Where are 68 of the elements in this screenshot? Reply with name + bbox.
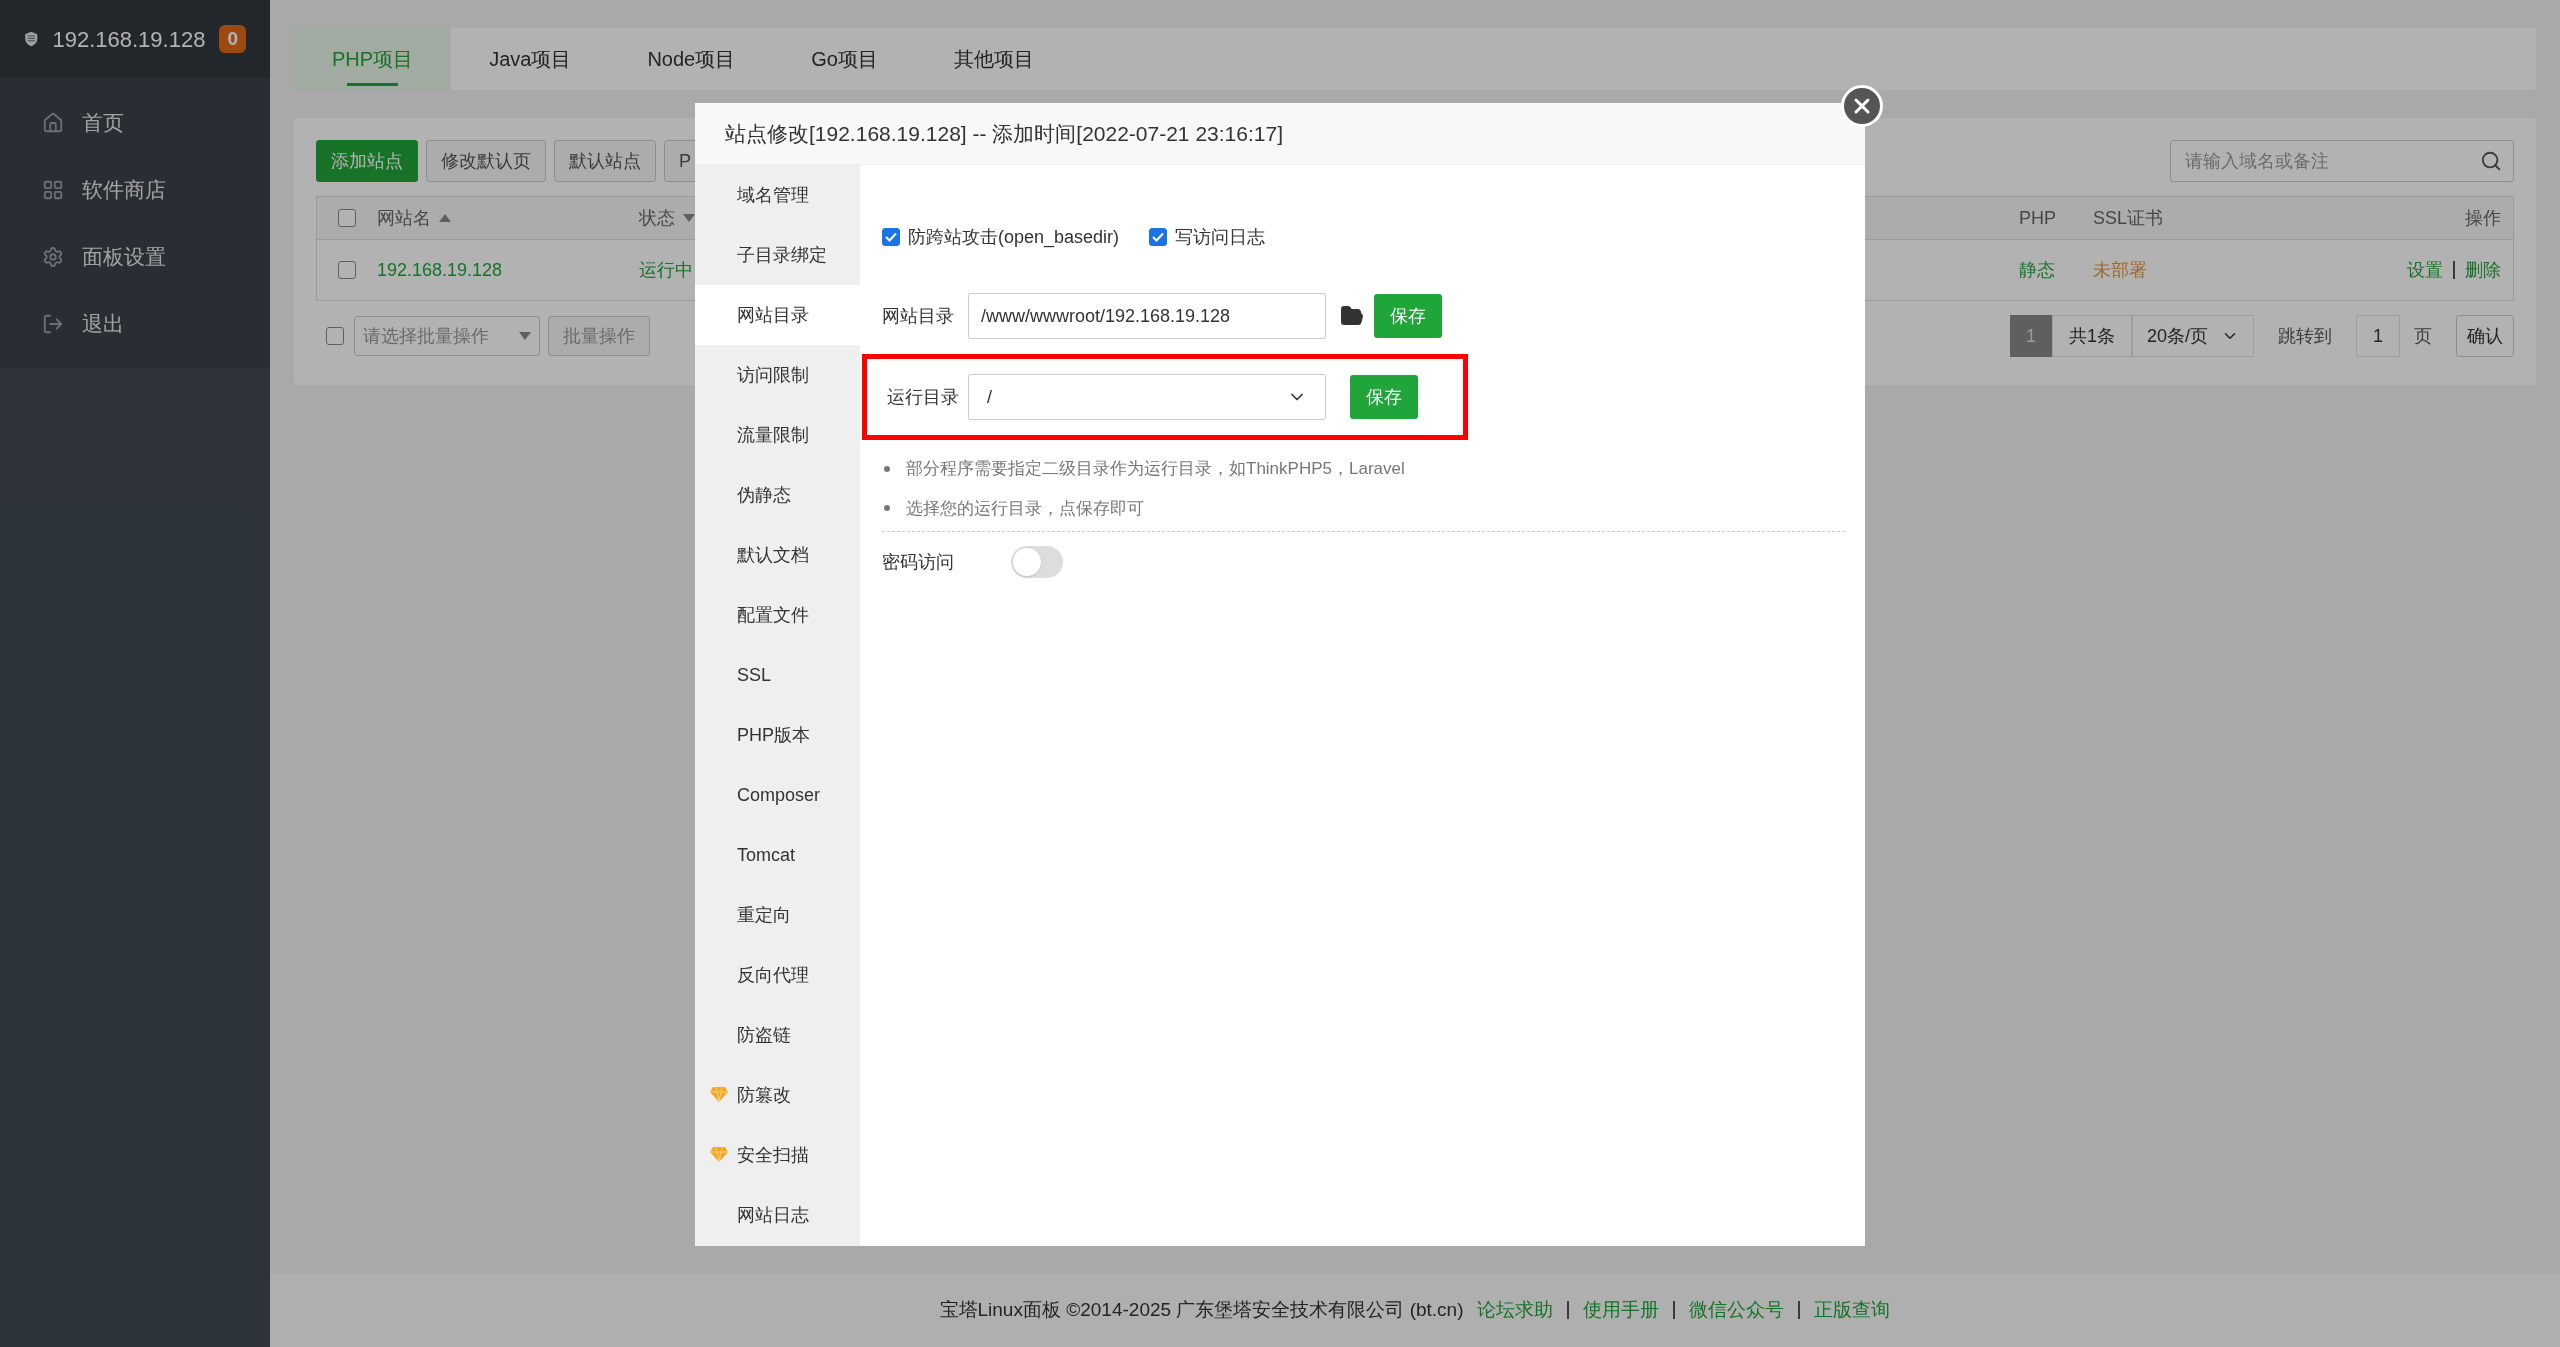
- note-text: 选择您的运行目录，点保存即可: [906, 497, 1144, 520]
- column-header: SSL证书: [2093, 206, 2165, 230]
- dialog-menu-item[interactable]: 网站日志: [695, 1185, 860, 1245]
- page-input[interactable]: 1: [2356, 315, 2400, 357]
- diamond-icon: [709, 1086, 729, 1103]
- dialog-menu-item[interactable]: 流量限制: [695, 405, 860, 465]
- dialog-menu-item[interactable]: 配置文件: [695, 585, 860, 645]
- dropdown-icon: [519, 332, 531, 340]
- dialog-menu-item[interactable]: 反向代理: [695, 945, 860, 1005]
- sidebar-item[interactable]: 退出: [0, 290, 270, 357]
- checkbox[interactable]: [1149, 228, 1168, 246]
- run-dir-select[interactable]: /: [968, 374, 1326, 420]
- sort-down-icon: [683, 214, 695, 222]
- site-dir-field[interactable]: /www/wwwroot/192.168.19.128: [968, 293, 1326, 339]
- column-header: PHP: [2019, 206, 2057, 230]
- dialog-menu-item[interactable]: 防盗链: [695, 1005, 860, 1065]
- home-icon: [42, 111, 64, 134]
- search-field[interactable]: 请输入域名或备注: [2170, 140, 2514, 182]
- checkbox-label[interactable]: 写访问日志: [1175, 223, 1266, 251]
- project-tab[interactable]: Go项目: [773, 28, 916, 90]
- password-access-toggle[interactable]: [1011, 546, 1063, 578]
- dialog-menu-item[interactable]: 子目录绑定: [695, 225, 860, 285]
- diamond-icon: [709, 1146, 729, 1163]
- page-size-select[interactable]: 20条/页: [2132, 315, 2254, 357]
- dialog-menu-item[interactable]: 访问限制: [695, 345, 860, 405]
- dialog-menu-item[interactable]: PHP版本: [695, 705, 860, 765]
- note-text: 部分程序需要指定二级目录作为运行目录，如ThinkPHP5，Laravel: [906, 458, 1405, 480]
- column-header: 操作: [2465, 206, 2502, 230]
- sort-up-icon: [439, 214, 451, 222]
- dialog-menu-item[interactable]: Composer: [695, 765, 860, 825]
- dialog-menu-item[interactable]: 防篡改: [695, 1065, 860, 1125]
- settings-icon: [42, 245, 64, 268]
- project-tab[interactable]: 其他项目: [915, 28, 1072, 90]
- server-address: 192.168.19.128: [52, 25, 206, 54]
- column-header[interactable]: 网站名: [377, 204, 431, 232]
- project-tab[interactable]: Java项目: [451, 28, 610, 90]
- copyright-text: 宝塔Linux面板 ©2014-2025 广东堡塔安全技术有限公司 (bt.cn): [939, 1297, 1464, 1322]
- dialog-menu-item[interactable]: 伪静态: [695, 465, 860, 525]
- jump-label: 跳转到: [2277, 324, 2333, 348]
- checkbox-label[interactable]: 防跨站攻击(open_basedir): [908, 223, 1120, 251]
- run-dir-label: 运行目录: [887, 385, 960, 409]
- dialog-menu-item[interactable]: 重定向: [695, 885, 860, 945]
- search-icon[interactable]: [2480, 150, 2502, 172]
- dialog-menu-item[interactable]: SSL: [695, 645, 860, 705]
- site-dir-label: 网站目录: [882, 304, 955, 328]
- checkbox[interactable]: [882, 228, 900, 246]
- sidebar-item[interactable]: 软件商店: [0, 156, 270, 223]
- grid-icon: [42, 178, 64, 201]
- page-unit: 页: [2413, 324, 2433, 348]
- checkbox[interactable]: [326, 327, 344, 345]
- project-tab[interactable]: Node项目: [609, 28, 774, 90]
- toolbar-button[interactable]: 默认站点: [554, 140, 656, 182]
- total-count: 共1条: [2052, 315, 2132, 357]
- checkbox[interactable]: [338, 209, 356, 227]
- dialog-menu-item[interactable]: Tomcat: [695, 825, 860, 885]
- column-header[interactable]: 状态: [639, 204, 675, 232]
- confirm-button[interactable]: 确认: [2456, 315, 2514, 357]
- password-access-label: 密码访问: [882, 550, 955, 574]
- dialog-menu-item[interactable]: 安全扫描: [695, 1125, 860, 1185]
- dialog-title: 站点修改[192.168.19.128] -- 添加时间[2022-07-21 23:16:17]: [725, 120, 1283, 147]
- sidebar-item[interactable]: 首页: [0, 89, 270, 156]
- checkbox[interactable]: [338, 261, 356, 279]
- logout-icon: [42, 312, 64, 335]
- folder-icon[interactable]: [1340, 304, 1364, 328]
- sidebar-item[interactable]: 面板设置: [0, 223, 270, 290]
- dialog-menu-item[interactable]: 默认文档: [695, 525, 860, 585]
- toolbar-button[interactable]: 修改默认页: [426, 140, 546, 182]
- dialog-menu-item[interactable]: 网站目录: [695, 285, 860, 345]
